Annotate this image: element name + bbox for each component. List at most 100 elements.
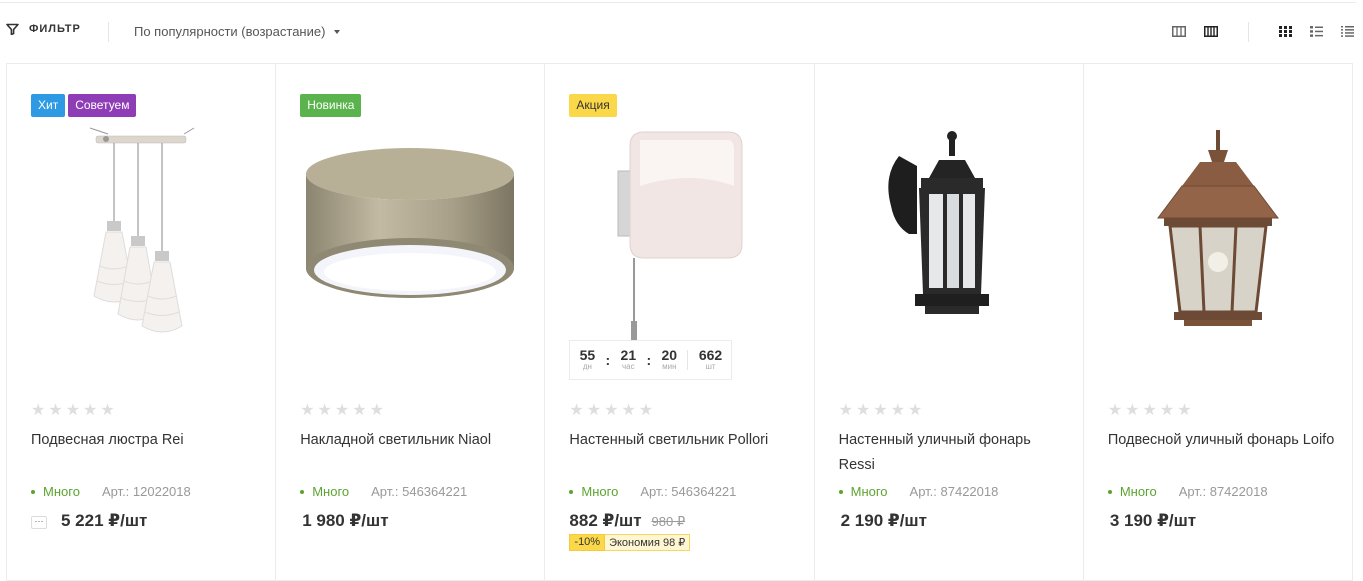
badges: Акция (569, 94, 617, 117)
in-stock-dot-icon (1107, 489, 1112, 494)
filter-icon (6, 23, 19, 35)
countdown-timer: 55 дн : 21 час : 20 мин 662 шт (569, 340, 733, 380)
price: 3 190 ₽/шт (1109, 511, 1197, 530)
toolbar-divider (1248, 22, 1249, 42)
star-icon: ★ (586, 402, 602, 419)
star-icon: ★ (1125, 402, 1140, 419)
product-name-link[interactable]: Накладной светильник Niaol (300, 428, 530, 453)
price-row: 3 190 ₽/шт (1108, 511, 1196, 531)
product-name-link[interactable]: Настенный уличный фонарь Ressi (839, 428, 1069, 478)
catalog-toolbar: ФИЛЬТР По популярности (возрастание) (0, 14, 1363, 50)
filter-label: ФИЛЬТР (29, 23, 81, 35)
product-card[interactable]: Акция 55 дн : 21 час : 20 мин 662 шт ★ ★… (545, 64, 815, 581)
article-number: Арт.: 12022018 (101, 484, 191, 499)
chevron-down-icon (334, 29, 341, 34)
hanging-lantern-image (1156, 130, 1279, 326)
toolbar-divider (108, 22, 109, 42)
sort-dropdown[interactable]: По популярности (возрастание) (134, 24, 341, 39)
star-icon: ★ (48, 402, 63, 419)
product-card[interactable]: ★ ★ ★ ★ ★ Настенный уличный фонарь Ressi Мно… (814, 64, 1084, 581)
timer-minutes-label: мин (662, 362, 677, 371)
in-stock-dot-icon (569, 489, 574, 494)
columns-4-icon (1204, 26, 1218, 37)
price-row: 882 ₽/шт 980 ₽ (569, 511, 685, 531)
star-icon: ★ (100, 402, 115, 419)
badge-sale: Акция (569, 94, 617, 117)
price-row: ··· 5 221 ₽/шт (31, 511, 147, 531)
product-card[interactable]: Хит Советуем ★ ★ ★ ★ ★ Подвесная люстра … (7, 64, 277, 581)
stock-info: Много Арт.: 12022018 (31, 484, 191, 499)
rating-stars: ★ ★ ★ ★ ★ (31, 403, 115, 419)
price: 882 ₽/шт (569, 511, 642, 530)
view-3-columns-button[interactable] (1172, 26, 1186, 37)
star-icon: ★ (604, 402, 619, 419)
in-stock-dot-icon (838, 489, 843, 494)
badge-recommend: Советуем (68, 94, 137, 117)
rating-stars: ★ ★ ★ ★ ★ (1108, 403, 1192, 419)
discount-info: -10% Экономия 98 ₽ (569, 534, 691, 551)
view-table-button[interactable] (1341, 26, 1354, 37)
timer-days: 55 дн (580, 348, 596, 372)
product-card[interactable]: ★ ★ ★ ★ ★ Подвесной уличный фонарь Loifo Мно… (1083, 64, 1354, 581)
rating-stars: ★ ★ ★ ★ ★ (569, 403, 653, 419)
ceiling-lamp-image (306, 148, 515, 298)
timer-hours-label: час (622, 362, 635, 371)
star-icon: ★ (621, 402, 636, 419)
product-image[interactable] (815, 126, 1083, 356)
article-number: Арт.: 87422018 (1178, 484, 1268, 499)
timer-days-value: 55 (579, 347, 596, 363)
star-icon: ★ (83, 402, 98, 419)
more-offers-button[interactable]: ··· (31, 516, 47, 529)
view-tiles-button[interactable] (1279, 26, 1292, 37)
product-name-link[interactable]: Подвесная люстра Rei (31, 428, 261, 453)
product-image[interactable] (1084, 126, 1352, 356)
timer-colon: : (646, 352, 652, 368)
price: 1 980 ₽/шт (302, 511, 389, 530)
star-icon: ★ (838, 402, 853, 419)
sort-label: По популярности (возрастание) (134, 24, 326, 39)
star-icon: ★ (890, 402, 905, 419)
stock-status: Много (312, 484, 350, 499)
in-stock-dot-icon (300, 489, 305, 494)
filter-button[interactable]: ФИЛЬТР (6, 23, 81, 35)
rating-stars: ★ ★ ★ ★ ★ (839, 403, 923, 419)
star-icon: ★ (300, 402, 315, 419)
timer-qty-value: 662 (698, 347, 723, 363)
star-icon: ★ (907, 402, 923, 419)
price: 2 190 ₽/шт (840, 511, 927, 530)
stock-info: Много Арт.: 87422018 (1107, 484, 1268, 499)
star-icon: ★ (638, 402, 654, 419)
star-icon: ★ (352, 402, 367, 419)
wall-lamp-image (617, 131, 742, 341)
pendant-chandelier-image (89, 127, 195, 333)
timer-divider (687, 350, 689, 370)
product-image[interactable] (545, 126, 813, 356)
product-image[interactable] (7, 126, 275, 356)
product-image[interactable] (276, 126, 544, 356)
product-name-link[interactable]: Подвесной уличный фонарь Loifo (1108, 428, 1338, 453)
article-number: Арт.: 546364221 (640, 484, 737, 499)
table-list-icon (1341, 26, 1354, 37)
price: 5 221 ₽/шт (61, 511, 148, 530)
stock-status: Много (850, 484, 888, 499)
star-icon: ★ (317, 402, 332, 419)
grid-icon (1279, 26, 1292, 37)
star-icon: ★ (569, 402, 584, 419)
stock-status: Много (581, 484, 619, 499)
badge-new: Новинка (300, 94, 362, 117)
stock-status: Много (43, 484, 80, 499)
stock-info: Много Арт.: 87422018 (838, 484, 999, 499)
product-card[interactable]: Новинка ★ ★ ★ ★ ★ Накладной светильник N… (276, 64, 546, 581)
star-icon: ★ (1107, 402, 1123, 419)
view-4-columns-button[interactable] (1204, 26, 1218, 37)
view-list-button[interactable] (1310, 26, 1323, 37)
timer-qty-label: шт (705, 362, 716, 371)
top-divider (0, 2, 1356, 3)
timer-minutes-value: 20 (661, 347, 678, 363)
article-number: Арт.: 87422018 (909, 484, 999, 499)
product-name-link[interactable]: Настенный светильник Pollori (569, 428, 799, 453)
discount-percent: -10% (569, 534, 606, 551)
badges: Хит Советуем (31, 94, 137, 117)
stock-info: Много Арт.: 546364221 (569, 484, 736, 499)
in-stock-dot-icon (31, 489, 35, 494)
